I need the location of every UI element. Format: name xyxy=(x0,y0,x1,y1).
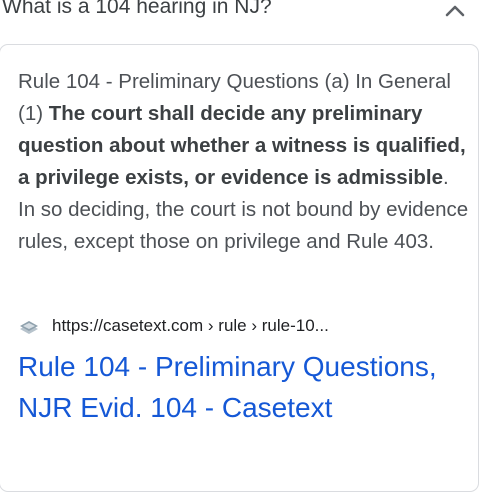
answer-highlight: The court shall decide any preliminary q… xyxy=(18,102,466,189)
casetext-favicon-icon xyxy=(20,321,38,334)
source-url[interactable]: https://casetext.com › rule › rule-10... xyxy=(52,316,329,336)
question-text: What is a 104 hearing in NJ? xyxy=(2,0,272,18)
source-row[interactable]: https://casetext.com › rule › rule-10... xyxy=(18,315,458,341)
chevron-up-icon[interactable] xyxy=(444,2,466,18)
answer-snippet: Rule 104 - Preliminary Questions (a) In … xyxy=(18,66,470,258)
result-title-link[interactable]: Rule 104 - Preliminary Questions, NJR Ev… xyxy=(18,346,458,428)
question-header[interactable]: What is a 104 hearing in NJ? xyxy=(0,0,494,30)
